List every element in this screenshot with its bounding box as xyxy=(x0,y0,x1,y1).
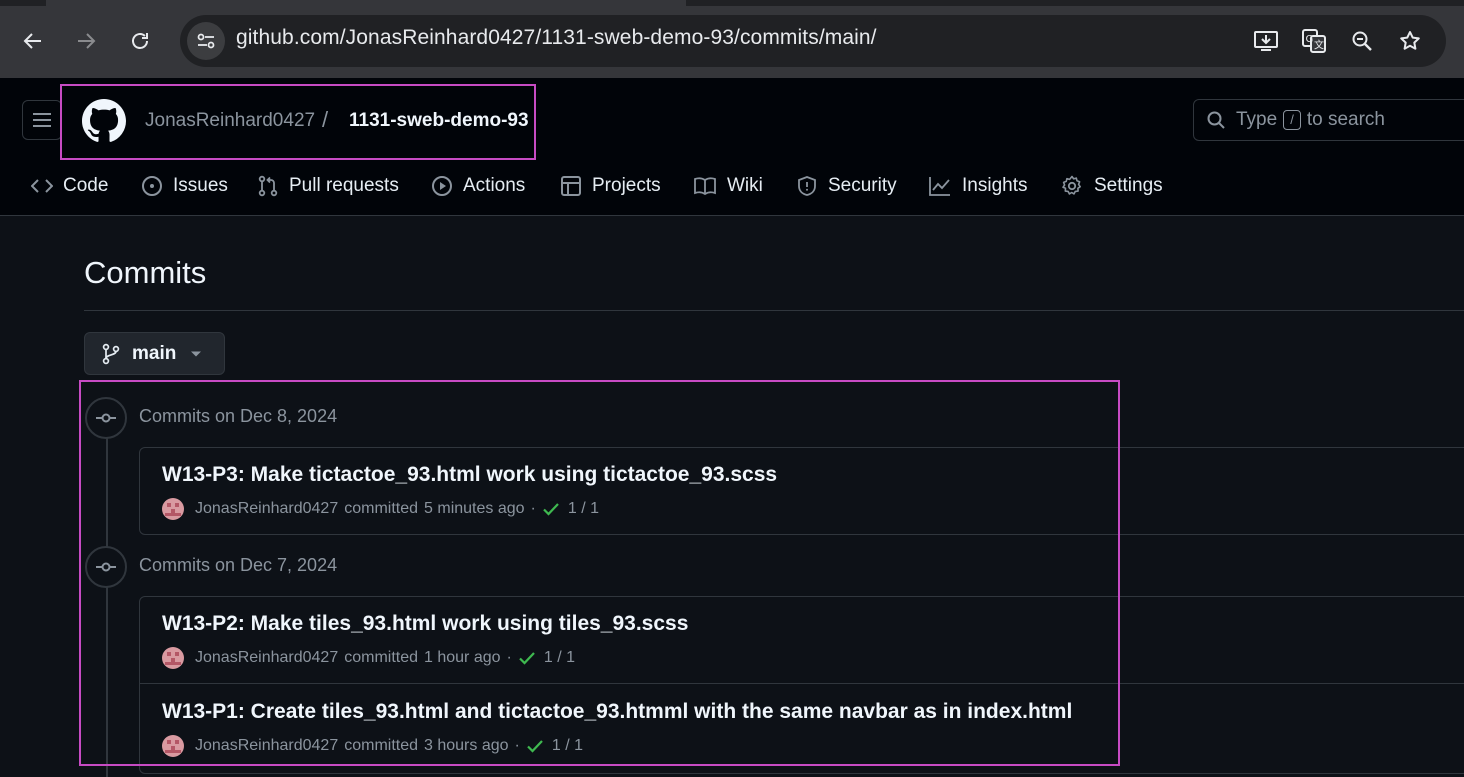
issue-icon xyxy=(142,176,162,196)
tab-label: Security xyxy=(828,175,897,196)
tab-label: Wiki xyxy=(727,175,763,196)
tab-label: Actions xyxy=(463,175,526,196)
svg-text:文: 文 xyxy=(1314,39,1324,52)
search-input[interactable]: Type / to search xyxy=(1193,99,1464,141)
forward-icon[interactable] xyxy=(67,22,105,60)
svg-text:G: G xyxy=(1306,34,1314,45)
title-divider xyxy=(84,310,1464,311)
tab-strip xyxy=(0,0,1464,6)
search-icon xyxy=(1207,111,1225,129)
tab-pull-requests[interactable]: Pull requests xyxy=(257,170,399,202)
chevron-down-icon xyxy=(191,351,202,356)
gear-icon xyxy=(1062,175,1081,195)
highlight-box-commit-list xyxy=(79,380,1120,766)
search-prefix: Type xyxy=(1236,109,1278,130)
search-placeholder: Type / to search xyxy=(1236,109,1385,131)
book-icon xyxy=(694,177,716,196)
tab-wiki[interactable]: Wiki xyxy=(693,170,763,202)
pull-request-icon xyxy=(258,175,278,197)
highlight-box-repo-title xyxy=(60,84,536,160)
menu-button[interactable] xyxy=(22,100,62,140)
tab-label: Code xyxy=(63,175,109,196)
page-title: Commits xyxy=(84,255,207,290)
tab-security[interactable]: Security xyxy=(796,170,897,202)
table-icon xyxy=(561,176,581,196)
tab-label: Settings xyxy=(1094,175,1163,196)
tab-label: Projects xyxy=(592,175,661,196)
tab-actions[interactable]: Actions xyxy=(431,170,525,202)
graph-icon xyxy=(929,177,950,196)
tab-code[interactable]: Code xyxy=(31,170,108,202)
search-suffix: to search xyxy=(1306,109,1385,130)
url-text[interactable]: github.com/JonasReinhard0427/1131-sweb-d… xyxy=(236,26,877,50)
translate-icon[interactable]: G文 xyxy=(1299,26,1329,56)
tab-settings[interactable]: Settings xyxy=(1060,170,1163,202)
site-info-icon[interactable] xyxy=(187,22,225,60)
branch-name: main xyxy=(132,342,177,364)
tab-issues[interactable]: Issues xyxy=(141,170,228,202)
play-icon xyxy=(432,176,452,196)
tab-projects[interactable]: Projects xyxy=(560,170,661,202)
zoom-icon[interactable] xyxy=(1347,26,1377,56)
tab-label: Insights xyxy=(962,175,1028,196)
bookmark-star-icon[interactable] xyxy=(1395,26,1425,56)
reload-icon[interactable] xyxy=(121,22,159,60)
shield-icon xyxy=(798,176,816,196)
search-shortcut-key: / xyxy=(1283,109,1301,130)
git-branch-icon xyxy=(102,343,120,364)
tab-insights[interactable]: Insights xyxy=(928,170,1027,202)
tab-label: Issues xyxy=(173,175,228,196)
install-icon[interactable] xyxy=(1251,26,1281,56)
code-icon xyxy=(31,179,53,193)
active-tab[interactable] xyxy=(46,0,686,6)
branch-selector[interactable]: main xyxy=(84,332,225,375)
back-icon[interactable] xyxy=(14,22,52,60)
tab-label: Pull requests xyxy=(289,175,399,196)
hamburger-icon xyxy=(33,113,51,127)
